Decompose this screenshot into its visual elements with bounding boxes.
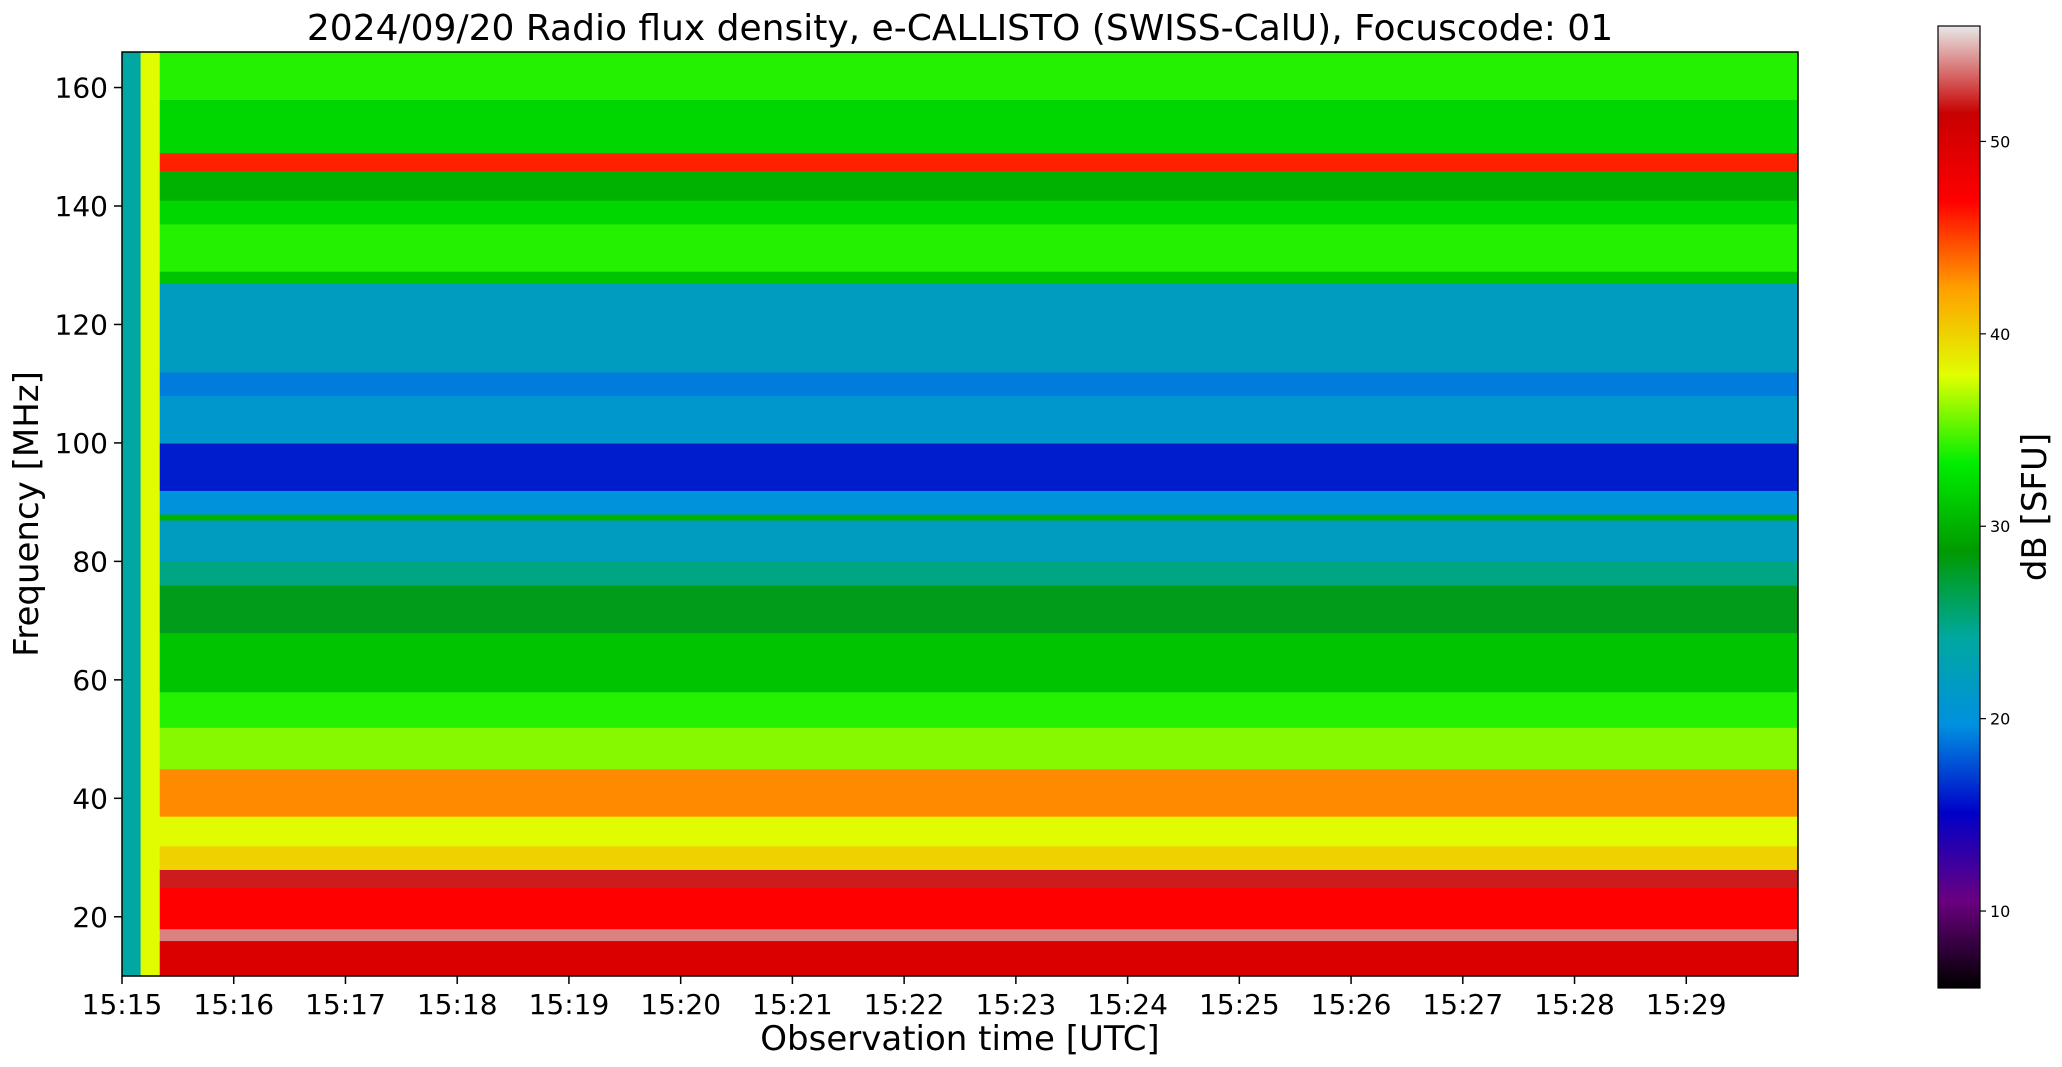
colorbar-ticks: 10 20 30 40 50 — [1980, 132, 2010, 921]
spectrum-band — [159, 632, 1798, 693]
spectrum-band — [159, 490, 1798, 515]
x-tick-label: 15:24 — [1087, 988, 1168, 1021]
x-tick-label: 15:15 — [82, 988, 163, 1021]
spectrum-band — [159, 223, 1798, 272]
y-axis: 20 40 60 80 100 120 140 160 — [55, 72, 122, 934]
spectrum-band — [159, 395, 1798, 444]
spectrum-band — [159, 845, 1798, 870]
spectrum-band — [159, 442, 1798, 491]
x-tick-label: 15:18 — [417, 988, 498, 1021]
leading-strip — [122, 52, 142, 976]
x-tick-label: 15:21 — [752, 988, 833, 1021]
spectrogram-chart: 2024/09/20 Radio flux density, e-CALLIST… — [7, 8, 2055, 1059]
plot-area — [122, 52, 1798, 976]
leading-strip — [140, 52, 160, 976]
spectrum-band — [159, 928, 1798, 942]
colorbar — [1937, 25, 1981, 989]
y-tick-label: 60 — [72, 664, 108, 697]
spectrum-band — [159, 768, 1798, 817]
y-tick-label: 80 — [72, 545, 108, 578]
colorbar-tick-label: 10 — [1990, 902, 2010, 921]
x-tick-label: 15:22 — [864, 988, 945, 1021]
spectrum-band — [159, 52, 1798, 100]
spectrum-band — [159, 940, 1798, 976]
spectrum-band — [159, 816, 1798, 847]
x-axis-label: Observation time [UTC] — [760, 1019, 1159, 1059]
x-tick-label: 15:19 — [529, 988, 610, 1021]
y-tick-label: 140 — [55, 190, 108, 223]
x-tick-label: 15:26 — [1311, 988, 1392, 1021]
spectrum-band — [159, 283, 1798, 373]
spectrum-band — [159, 887, 1798, 930]
y-axis-label: Frequency [MHz] — [7, 371, 47, 657]
spectrum-band — [159, 99, 1798, 154]
spectrum-band — [159, 200, 1798, 225]
x-tick-label: 15:20 — [640, 988, 721, 1021]
x-tick-label: 15:25 — [1199, 988, 1280, 1021]
spectrum-band — [159, 271, 1798, 284]
spectrum-band — [159, 170, 1798, 201]
x-tick-label: 15:28 — [1534, 988, 1615, 1021]
y-tick-label: 40 — [72, 782, 108, 815]
x-tick-label: 15:17 — [305, 988, 386, 1021]
spectrum-band — [159, 514, 1798, 521]
chart-title: 2024/09/20 Radio flux density, e-CALLIST… — [307, 8, 1613, 49]
x-tick-label: 15:27 — [1422, 988, 1503, 1021]
x-axis: 15:15 15:16 15:17 15:18 15:19 15:20 15:21 15:22… — [82, 976, 1727, 1021]
colorbar-tick-label: 30 — [1990, 517, 2010, 536]
y-tick-label: 120 — [55, 308, 108, 341]
y-tick-label: 100 — [55, 427, 108, 460]
x-tick-label: 15:29 — [1646, 988, 1727, 1021]
y-tick-label: 160 — [55, 72, 108, 105]
spectrum-band — [159, 371, 1798, 397]
y-tick-label: 20 — [72, 901, 108, 934]
spectrum-band — [159, 585, 1798, 634]
spectrum-band — [159, 869, 1798, 888]
spectrum-band — [159, 152, 1798, 172]
spectrum-band — [159, 691, 1798, 728]
colorbar-label: dB [SFU] — [2015, 433, 2055, 581]
x-tick-label: 15:23 — [976, 988, 1057, 1021]
spectrum-band — [159, 727, 1798, 770]
spectrum-band — [159, 519, 1798, 562]
colorbar-tick-label: 40 — [1990, 325, 2010, 344]
spectrum-band — [159, 561, 1798, 586]
colorbar-tick-label: 20 — [1990, 710, 2010, 729]
x-tick-label: 15:16 — [193, 988, 274, 1021]
colorbar-tick-label: 50 — [1990, 132, 2010, 151]
